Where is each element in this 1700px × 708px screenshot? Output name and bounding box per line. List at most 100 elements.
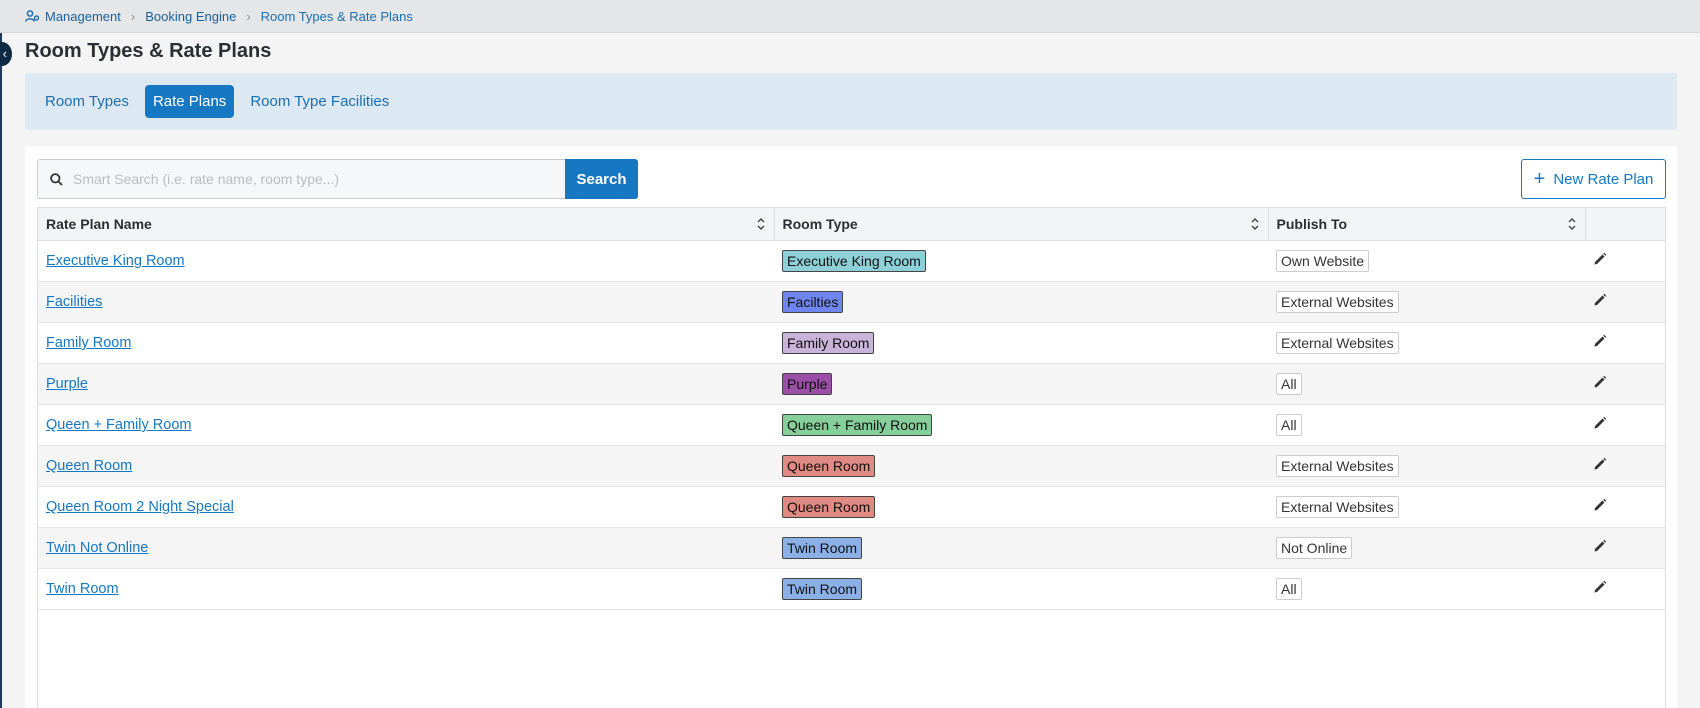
cell-actions (1585, 404, 1665, 446)
table-row: Executive King Room Executive King Room Ow… (38, 240, 1665, 282)
pencil-edit-icon[interactable] (1593, 252, 1607, 266)
pencil-edit-icon[interactable] (1593, 334, 1607, 348)
left-edge (0, 0, 2, 708)
rate-plan-link[interactable]: Purple (46, 376, 88, 392)
table-row: Queen Room Queen Room External Websites (38, 445, 1665, 487)
breadcrumb-item-management[interactable]: Management (25, 9, 121, 24)
table-row: Twin Not Online Twin Room Not Online (38, 527, 1665, 569)
cell-rate-plan-name: Facilities (38, 281, 774, 323)
column-label: Publish To (1276, 215, 1348, 232)
cell-rate-plan-name: Queen Room 2 Night Special (38, 486, 774, 528)
cell-actions (1585, 322, 1665, 364)
new-rate-plan-label: New Rate Plan (1553, 170, 1654, 188)
search-button[interactable]: Search (565, 159, 638, 199)
table-row: Purple Purple All (38, 363, 1665, 405)
tab-room-types[interactable]: Room Types (37, 85, 137, 118)
room-type-tag: Queen Room (782, 495, 876, 518)
column-header-publish-to[interactable]: Publish To (1268, 208, 1586, 241)
search-box (37, 159, 565, 199)
pencil-edit-icon[interactable] (1593, 457, 1607, 471)
sidebar-collapse-chevron-icon[interactable]: ‹ (0, 42, 12, 66)
rate-plan-link[interactable]: Queen + Family Room (46, 417, 191, 433)
tabs-bar: Room Types Rate Plans Room Type Faciliti… (25, 73, 1677, 130)
room-type-tag: Facilties (782, 290, 844, 313)
rate-plan-link[interactable]: Facilities (46, 294, 102, 310)
breadcrumb: Management › Booking Engine › Room Types… (0, 0, 1700, 33)
cell-room-type: Executive King Room (774, 240, 1268, 282)
cell-rate-plan-name: Queen Room (38, 445, 774, 487)
cell-publish-to: Not Online (1268, 527, 1585, 569)
search-bar: Search (37, 159, 638, 199)
cell-actions (1585, 527, 1665, 569)
column-header-room-type[interactable]: Room Type (774, 208, 1269, 241)
plus-icon: + (1533, 168, 1546, 190)
rate-plan-link[interactable]: Family Room (46, 335, 131, 351)
sort-icon[interactable] (757, 217, 765, 231)
cell-room-type: Family Room (774, 322, 1268, 364)
rate-plan-link[interactable]: Queen Room 2 Night Special (46, 499, 234, 515)
cell-actions (1585, 445, 1665, 487)
cell-rate-plan-name: Family Room (38, 322, 774, 364)
cell-publish-to: External Websites (1268, 486, 1585, 528)
column-label: Rate Plan Name (46, 215, 152, 232)
search-icon (50, 172, 63, 186)
cell-actions (1585, 240, 1665, 282)
pencil-edit-icon[interactable] (1593, 416, 1607, 430)
pencil-edit-icon[interactable] (1593, 375, 1607, 389)
table-row: Queen Room 2 Night Special Queen Room Exte… (38, 486, 1665, 528)
chevron-right-icon: › (246, 8, 251, 24)
tab-room-type-facilities[interactable]: Room Type Facilities (242, 85, 397, 118)
breadcrumb-label: Management (45, 8, 121, 24)
publish-to-tag: External Websites (1276, 454, 1399, 477)
pencil-edit-icon[interactable] (1593, 498, 1607, 512)
pencil-edit-icon[interactable] (1593, 580, 1607, 594)
cell-publish-to: External Websites (1268, 281, 1585, 323)
room-type-tag: Twin Room (782, 536, 863, 559)
pencil-edit-icon[interactable] (1593, 293, 1607, 307)
rate-plan-link[interactable]: Twin Not Online (46, 540, 148, 556)
search-input[interactable] (73, 171, 565, 187)
table-row: Family Room Family Room External Websites (38, 322, 1665, 364)
publish-to-tag: All (1276, 372, 1302, 395)
publish-to-tag: External Websites (1276, 495, 1399, 518)
breadcrumb-item-booking-engine[interactable]: Booking Engine (145, 9, 236, 24)
cell-rate-plan-name: Purple (38, 363, 774, 405)
table-row: Queen + Family Room Queen + Family Room Al… (38, 404, 1665, 446)
room-type-tag: Queen Room (782, 454, 876, 477)
pencil-edit-icon[interactable] (1593, 539, 1607, 553)
sort-icon[interactable] (1568, 217, 1576, 231)
cell-actions (1585, 568, 1665, 610)
publish-to-tag: Own Website (1276, 249, 1369, 272)
cell-room-type: Facilties (774, 281, 1268, 323)
cell-room-type: Twin Room (774, 527, 1268, 569)
cell-actions (1585, 486, 1665, 528)
chevron-right-icon: › (130, 8, 136, 24)
rate-plan-link[interactable]: Twin Room (46, 581, 119, 597)
cell-rate-plan-name: Twin Not Online (38, 527, 774, 569)
cell-publish-to: External Websites (1268, 445, 1585, 487)
cell-room-type: Queen Room (774, 445, 1268, 487)
new-rate-plan-button[interactable]: + New Rate Plan (1521, 159, 1666, 199)
room-type-tag: Family Room (782, 331, 875, 354)
column-header-actions (1585, 208, 1665, 241)
cell-publish-to: Own Website (1268, 240, 1585, 282)
cell-publish-to: All (1268, 404, 1585, 446)
sort-icon[interactable] (1251, 217, 1259, 231)
cell-rate-plan-name: Executive King Room (38, 240, 774, 282)
publish-to-tag: All (1276, 577, 1302, 600)
publish-to-tag: External Websites (1276, 290, 1399, 313)
breadcrumb-item-current: Room Types & Rate Plans (260, 8, 413, 24)
column-header-rate-plan-name[interactable]: Rate Plan Name (38, 208, 775, 241)
rate-plan-link[interactable]: Queen Room (46, 458, 132, 474)
publish-to-tag: External Websites (1276, 331, 1399, 354)
rate-plan-link[interactable]: Executive King Room (46, 253, 185, 269)
rate-plans-table: Rate Plan Name Room Type Publish To Exec… (37, 207, 1666, 708)
cell-room-type: Queen Room (774, 486, 1268, 528)
room-type-tag: Queen + Family Room (782, 413, 933, 436)
column-label: Room Type (782, 215, 858, 232)
cell-rate-plan-name: Twin Room (38, 568, 774, 610)
users-gear-icon (25, 10, 40, 22)
cell-rate-plan-name: Queen + Family Room (38, 404, 774, 446)
tab-rate-plans[interactable]: Rate Plans (144, 85, 235, 118)
table-row: Facilities Facilties External Websites (38, 281, 1665, 323)
